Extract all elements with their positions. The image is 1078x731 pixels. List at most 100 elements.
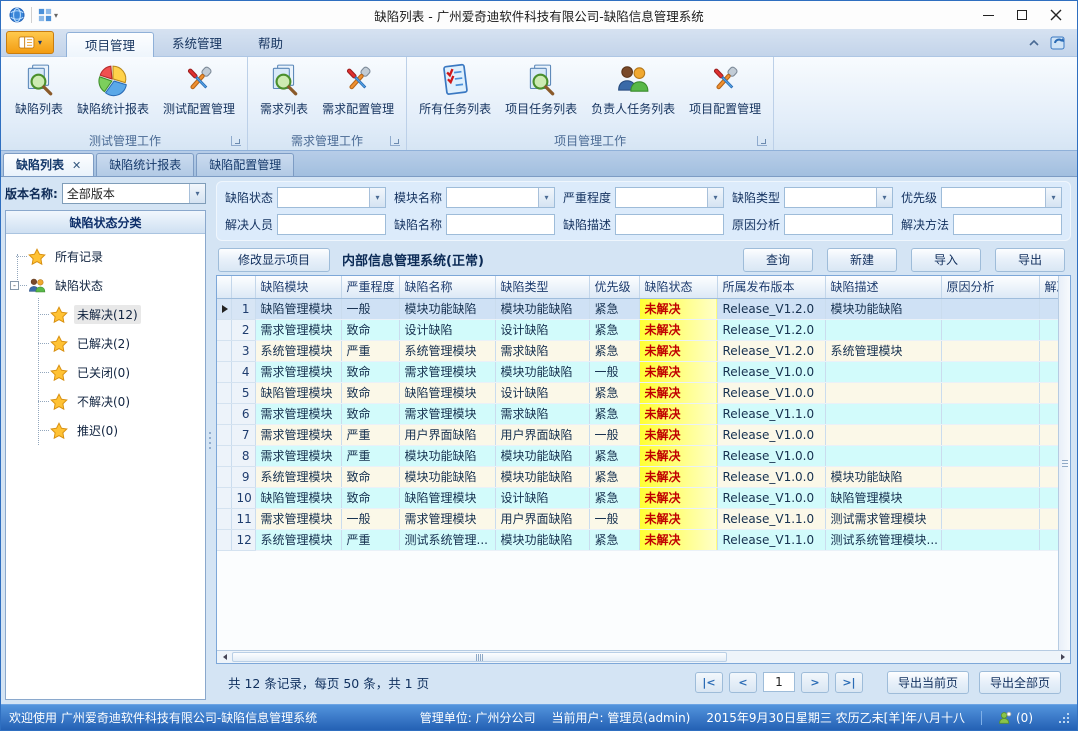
export-all-pages-button[interactable]: 导出全部页	[979, 671, 1061, 694]
table-row[interactable]: 5缺陷管理模块致命缺陷管理模块设计缺陷紧急未解决Release_V1.0.0	[217, 382, 1058, 403]
online-users-indicator[interactable]: (0)	[998, 711, 1033, 725]
ribbon-button-缺陷列表[interactable]: 缺陷列表	[8, 60, 70, 119]
tree-item-不解决(0)[interactable]: 不解决(0)	[10, 387, 201, 416]
table-row[interactable]: 2需求管理模块致命设计缺陷设计缺陷紧急未解决Release_V1.2.0	[217, 319, 1058, 340]
scroll-left-icon[interactable]	[217, 651, 232, 663]
resize-grip-icon[interactable]	[1059, 713, 1069, 723]
column-header-缺陷类型[interactable]: 缺陷类型	[495, 276, 589, 298]
filter-select-严重程度[interactable]: ▾	[615, 187, 724, 208]
table-row[interactable]: 6需求管理模块致命需求管理模块需求缺陷紧急未解决Release_V1.1.0	[217, 403, 1058, 424]
table-row[interactable]: 9系统管理模块致命模块功能缺陷模块功能缺陷紧急未解决Release_V1.0.0…	[217, 466, 1058, 487]
application-menu-button[interactable]: ▾	[6, 31, 54, 54]
filter-label: 解决方法	[901, 216, 949, 233]
close-tab-icon[interactable]: ✕	[72, 160, 81, 171]
tree-item-推迟(0)[interactable]: 推迟(0)	[10, 416, 201, 445]
document-tab-1[interactable]: 缺陷列表✕	[3, 153, 94, 176]
filter-select-缺陷类型[interactable]: ▾	[784, 187, 893, 208]
cell-module: 系统管理模块	[255, 340, 341, 361]
defect-status-panel: 缺陷状态分类 所有记录-缺陷状态未解决(12)已解决(2)已关闭(0)不解决(0…	[5, 210, 206, 700]
ribbon-button-所有任务列表[interactable]: 所有任务列表	[412, 60, 498, 119]
tree-connector	[16, 256, 27, 257]
cell-type: 用户界面缺陷	[495, 508, 589, 529]
tree-item-已关闭(0)[interactable]: 已关闭(0)	[10, 358, 201, 387]
dialog-launcher-icon[interactable]	[231, 136, 241, 146]
column-header-缺陷状态[interactable]: 缺陷状态	[639, 276, 717, 298]
tree-item-已解决(2)[interactable]: 已解决(2)	[10, 329, 201, 358]
document-tab-3[interactable]: 缺陷配置管理	[196, 153, 294, 176]
ribbon-group-caption: 项目管理工作	[554, 132, 626, 149]
action-button-导出[interactable]: 导出	[995, 248, 1065, 272]
ribbon-button-负责人任务列表[interactable]: 负责人任务列表	[584, 60, 682, 119]
ribbon-tab-2[interactable]: 系统管理	[154, 31, 240, 56]
dialog-launcher-icon[interactable]	[757, 136, 767, 146]
table-row[interactable]: 10缺陷管理模块致命缺陷管理模块设计缺陷紧急未解决Release_V1.0.0缺…	[217, 487, 1058, 508]
filter-input-缺陷名称[interactable]	[447, 216, 554, 233]
filter-panel: 缺陷状态▾模块名称▾严重程度▾缺陷类型▾优先级▾ 解决人员缺陷名称缺陷描述原因分…	[216, 181, 1071, 241]
table-row[interactable]: 7需求管理模块严重用户界面缺陷用户界面缺陷一般未解决Release_V1.0.0	[217, 424, 1058, 445]
row-marker-cell	[217, 382, 231, 403]
table-row[interactable]: 4需求管理模块致命需求管理模块模块功能缺陷一般未解决Release_V1.0.0	[217, 361, 1058, 382]
column-header-所属发布版本[interactable]: 所属发布版本	[717, 276, 825, 298]
column-header-优先级[interactable]: 优先级	[589, 276, 639, 298]
table-row[interactable]: 12系统管理模块严重测试系统管理...模块功能缺陷紧急未解决Release_V1…	[217, 529, 1058, 550]
tree-item-缺陷状态[interactable]: -缺陷状态	[10, 271, 201, 300]
next-page-button[interactable]: >	[801, 672, 829, 693]
filter-select-优先级[interactable]: ▾	[941, 187, 1062, 208]
filter-select-缺陷状态[interactable]: ▾	[277, 187, 386, 208]
table-row[interactable]: 11需求管理模块一般需求管理模块用户界面缺陷一般未解决Release_V1.1.…	[217, 508, 1058, 529]
filter-input-解决方法[interactable]	[954, 216, 1061, 233]
ribbon-button-项目任务列表[interactable]: 项目任务列表	[498, 60, 584, 119]
first-page-button[interactable]: |<	[695, 672, 723, 693]
column-header-严重程度[interactable]: 严重程度	[341, 276, 399, 298]
horizontal-scrollbar[interactable]	[217, 650, 1070, 663]
action-button-查询[interactable]: 查询	[743, 248, 813, 272]
ribbon-button-缺陷统计报表[interactable]: 缺陷统计报表	[70, 60, 156, 119]
filter-input-原因分析[interactable]	[785, 216, 892, 233]
tree-item-所有记录[interactable]: 所有记录	[10, 242, 201, 271]
ribbon-tab-3[interactable]: 帮助	[240, 31, 301, 56]
document-tab-2[interactable]: 缺陷统计报表	[96, 153, 194, 176]
version-select[interactable]: 全部版本 ▾	[62, 183, 206, 204]
filter-select-模块名称[interactable]: ▾	[446, 187, 555, 208]
scroll-right-icon[interactable]	[1055, 651, 1070, 663]
version-select-value: 全部版本	[63, 185, 189, 202]
style-switch-icon[interactable]	[1050, 34, 1067, 51]
filter-input-缺陷描述[interactable]	[616, 216, 723, 233]
action-button-导入[interactable]: 导入	[911, 248, 981, 272]
app-globe-icon[interactable]	[9, 7, 25, 23]
collapse-ribbon-icon[interactable]	[1028, 39, 1040, 47]
cell-name: 系统管理模块	[399, 340, 495, 361]
table-row[interactable]: 3系统管理模块严重系统管理模块需求缺陷紧急未解决Release_V1.2.0系统…	[217, 340, 1058, 361]
quick-access-grid-icon[interactable]: ▾	[38, 8, 58, 22]
ribbon-button-需求配置管理[interactable]: 需求配置管理	[315, 60, 401, 119]
prev-page-button[interactable]: <	[729, 672, 757, 693]
page-number-input[interactable]: 1	[763, 672, 795, 692]
ribbon-button-项目配置管理[interactable]: 项目配置管理	[682, 60, 768, 119]
filter-input-解决人员[interactable]	[278, 216, 385, 233]
column-header-原因分析[interactable]: 原因分析	[941, 276, 1039, 298]
column-header-缺陷模块[interactable]: 缺陷模块	[255, 276, 341, 298]
close-button[interactable]	[1039, 3, 1073, 27]
cell-priority: 紧急	[589, 298, 639, 319]
column-header-解决方法[interactable]: 解决方法	[1039, 276, 1058, 298]
ribbon-button-需求列表[interactable]: 需求列表	[253, 60, 315, 119]
table-row[interactable]: 8需求管理模块严重模块功能缺陷模块功能缺陷紧急未解决Release_V1.0.0	[217, 445, 1058, 466]
table-row[interactable]: 1缺陷管理模块一般模块功能缺陷模块功能缺陷紧急未解决Release_V1.2.0…	[217, 298, 1058, 319]
column-header-缺陷描述[interactable]: 缺陷描述	[825, 276, 941, 298]
vertical-scrollbar[interactable]	[1058, 276, 1070, 650]
sidebar-splitter[interactable]	[206, 177, 214, 704]
scrollbar-thumb[interactable]	[232, 652, 727, 662]
tree-item-未解决(12)[interactable]: 未解决(12)	[10, 300, 201, 329]
modify-display-items-button[interactable]: 修改显示项目	[218, 248, 330, 272]
column-header-缺陷名称[interactable]: 缺陷名称	[399, 276, 495, 298]
tree-expander-icon[interactable]: -	[10, 281, 19, 290]
cell-cause	[941, 340, 1039, 361]
last-page-button[interactable]: >|	[835, 672, 863, 693]
ribbon-button-测试配置管理[interactable]: 测试配置管理	[156, 60, 242, 119]
ribbon-tab-1[interactable]: 项目管理	[66, 32, 154, 57]
dialog-launcher-icon[interactable]	[390, 136, 400, 146]
export-current-page-button[interactable]: 导出当前页	[887, 671, 969, 694]
action-button-新建[interactable]: 新建	[827, 248, 897, 272]
minimize-button[interactable]	[971, 3, 1005, 27]
maximize-button[interactable]	[1005, 3, 1039, 27]
